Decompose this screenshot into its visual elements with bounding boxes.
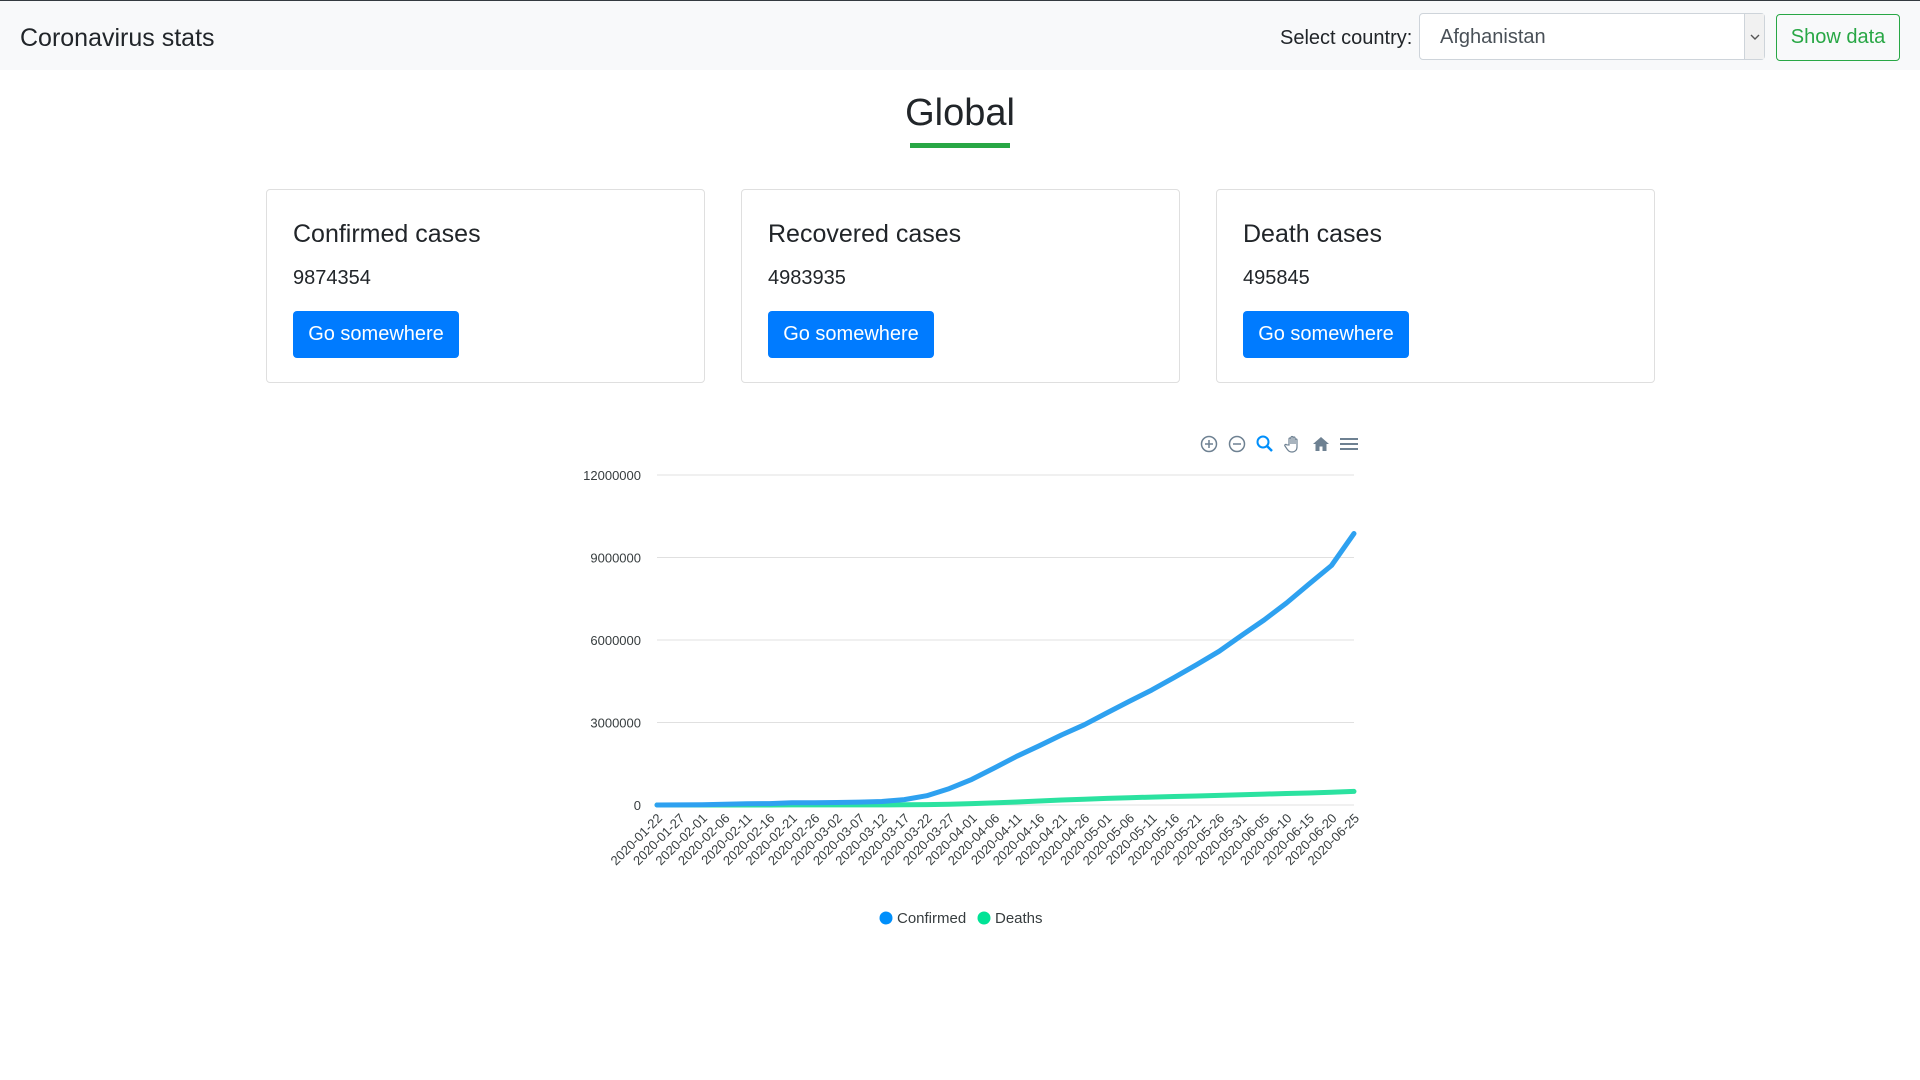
go-somewhere-button[interactable]: Go somewhere [768,311,934,358]
country-select[interactable]: Afghanistan [1419,13,1765,60]
chart-toolbar [1197,432,1361,456]
chart-container: 12000000 9000000 6000000 3000000 0 2020-01-22… [0,420,1920,940]
legend-label: Deaths [995,910,1043,927]
y-tick-label: 9000000 [590,551,641,566]
navbar: Coronavirus stats Select country: Afghan… [0,0,1920,70]
card-value: 495845 [1243,267,1310,289]
zoom-out-icon[interactable] [1225,432,1249,456]
recovered-card: Recovered cases 4983935 Go somewhere [741,189,1180,383]
card-value: 9874354 [293,267,371,289]
deaths-card: Death cases 495845 Go somewhere [1216,189,1655,383]
go-somewhere-button[interactable]: Go somewhere [1243,311,1409,358]
card-title: Confirmed cases [293,220,481,248]
select-country-label: Select country: [1280,27,1413,49]
brand-link[interactable]: Coronavirus stats [20,24,215,53]
title-underline [910,143,1010,148]
legend-marker [879,911,893,925]
line-chart: 1200000090000006000000300000002020-01-22… [583,468,1362,927]
y-tick-label: 3000000 [590,716,641,731]
confirmed-card: Confirmed cases 9874354 Go somewhere [266,189,705,383]
selection-zoom-icon[interactable] [1253,432,1277,456]
y-tick-label: 6000000 [590,633,641,648]
country-select-value: Afghanistan [1440,26,1546,48]
show-data-button[interactable]: Show data [1776,14,1900,61]
legend-label: Confirmed [897,910,966,927]
chevron-down-icon[interactable] [1744,14,1764,59]
pan-icon[interactable] [1281,432,1305,456]
home-reset-icon[interactable] [1309,432,1333,456]
card-value: 4983935 [768,267,846,289]
card-title: Death cases [1243,220,1382,248]
y-tick-label: 0 [634,798,641,813]
zoom-in-icon[interactable] [1197,432,1221,456]
menu-icon[interactable] [1337,432,1361,456]
legend-marker [977,911,991,925]
series-line-confirmed [654,531,1357,808]
card-title: Recovered cases [768,220,962,248]
y-tick-label: 12000000 [583,468,641,483]
go-somewhere-button[interactable]: Go somewhere [293,311,459,358]
page-title: Global [905,92,1015,134]
